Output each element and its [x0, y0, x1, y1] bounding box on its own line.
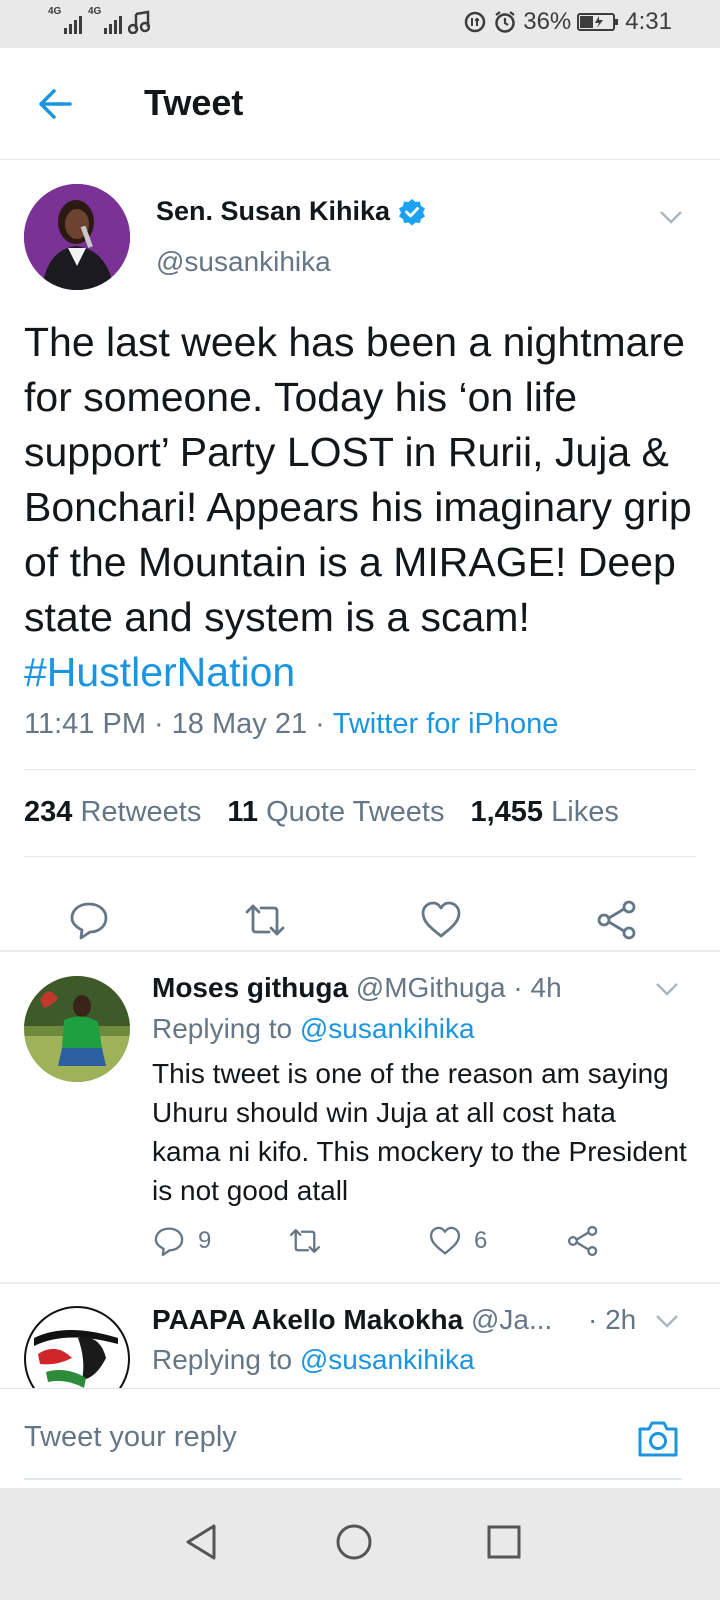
reply-text: This tweet is one of the reason am sayin…: [152, 1058, 687, 1206]
nav-back-icon[interactable]: [182, 1522, 222, 1562]
separator: [0, 950, 720, 952]
tweet-meta: 11:41 PM · 18 May 21 · Twitter for iPhon…: [24, 708, 559, 741]
reply-author-handle[interactable]: @MGithuga: [356, 972, 506, 1003]
retweet-icon[interactable]: [243, 898, 287, 942]
tweet-date: 18 May 21: [171, 708, 308, 740]
reply-tweet[interactable]: PAAPA Akello Makokha @Ja... · 2h Replyin…: [0, 1284, 720, 1388]
reply-icon[interactable]: [67, 898, 111, 942]
status-bar: 4G 4G 36% 4:31: [0, 0, 720, 48]
alarm-icon: [495, 11, 515, 33]
retweet-button[interactable]: [288, 1224, 334, 1258]
clock: 4:31: [625, 8, 672, 35]
divider: [24, 1478, 682, 1480]
back-arrow-icon[interactable]: [34, 82, 78, 126]
share-icon[interactable]: [595, 898, 639, 942]
app-bar: Tweet: [0, 48, 720, 160]
quote-tweets-stat[interactable]: 11 Quote Tweets: [227, 796, 444, 829]
reply-author-handle[interactable]: @Ja...: [471, 1304, 552, 1335]
tweet-time: 11:41 PM: [24, 708, 146, 740]
author-name[interactable]: Sen. Susan Kihika: [156, 196, 426, 227]
system-nav-bar: [0, 1488, 720, 1600]
likes-stat[interactable]: 1,455 Likes: [470, 796, 618, 829]
author-handle[interactable]: @susankihika: [156, 246, 331, 278]
avatar[interactable]: [24, 1306, 130, 1388]
battery-icon: [577, 13, 619, 31]
reply-time: · 2h: [588, 1304, 637, 1335]
data-saver-icon: [464, 11, 486, 33]
chevron-down-icon[interactable]: [654, 976, 680, 1002]
divider: [24, 856, 696, 857]
reply-button[interactable]: 9: [152, 1224, 211, 1258]
reply-composer: Tweet your reply: [0, 1388, 720, 1488]
reply-actions: 9 6: [152, 1224, 672, 1264]
nav-home-icon[interactable]: [334, 1522, 374, 1562]
tweet-source-link[interactable]: Twitter for iPhone: [333, 708, 559, 741]
nav-recents-icon[interactable]: [484, 1522, 524, 1562]
share-icon: [567, 1225, 598, 1257]
chevron-down-icon[interactable]: [654, 1308, 680, 1334]
replying-to: Replying to @susankihika: [152, 1013, 475, 1044]
share-button[interactable]: [566, 1224, 600, 1258]
retweets-stat[interactable]: 234 Retweets: [24, 796, 201, 829]
tweet-text: The last week has been a nightmare for s…: [24, 319, 692, 695]
reply-input[interactable]: Tweet your reply: [24, 1421, 237, 1454]
replying-to-link[interactable]: @susankihika: [300, 1344, 475, 1375]
camera-icon[interactable]: [636, 1419, 680, 1459]
signal-icon: 4G: [48, 6, 82, 34]
hashtag-link[interactable]: #HustlerNation: [24, 649, 295, 695]
reply-header: Moses githuga @MGithuga · 4h: [152, 972, 562, 1004]
reply-author-name[interactable]: PAAPA Akello Makokha: [152, 1304, 463, 1335]
signal-icon: 4G: [88, 6, 122, 34]
reply-header: PAAPA Akello Makokha @Ja...: [152, 1304, 612, 1336]
like-icon: [429, 1226, 461, 1255]
chevron-down-icon[interactable]: [658, 204, 684, 230]
page-title: Tweet: [144, 82, 244, 123]
reply-count: 9: [198, 1227, 212, 1254]
avatar[interactable]: [24, 184, 130, 290]
retweet-icon: [289, 1229, 321, 1253]
battery-percent: 36%: [523, 8, 572, 35]
like-button[interactable]: 6: [428, 1224, 487, 1258]
tweet-stats: 234 Retweets 11 Quote Tweets 1,455 Likes: [24, 796, 619, 829]
reply-author-name[interactable]: Moses githuga: [152, 972, 348, 1003]
verified-badge-icon: [399, 198, 426, 225]
like-icon[interactable]: [419, 898, 463, 942]
divider: [24, 769, 696, 770]
reply-time: · 4h: [513, 972, 562, 1003]
like-count: 6: [474, 1227, 488, 1254]
reply-icon: [154, 1227, 184, 1257]
avatar[interactable]: [24, 976, 130, 1082]
replying-to-link[interactable]: @susankihika: [300, 1013, 475, 1044]
music-note-icon: [128, 10, 150, 34]
replying-to: Replying to @susankihika: [152, 1344, 475, 1375]
